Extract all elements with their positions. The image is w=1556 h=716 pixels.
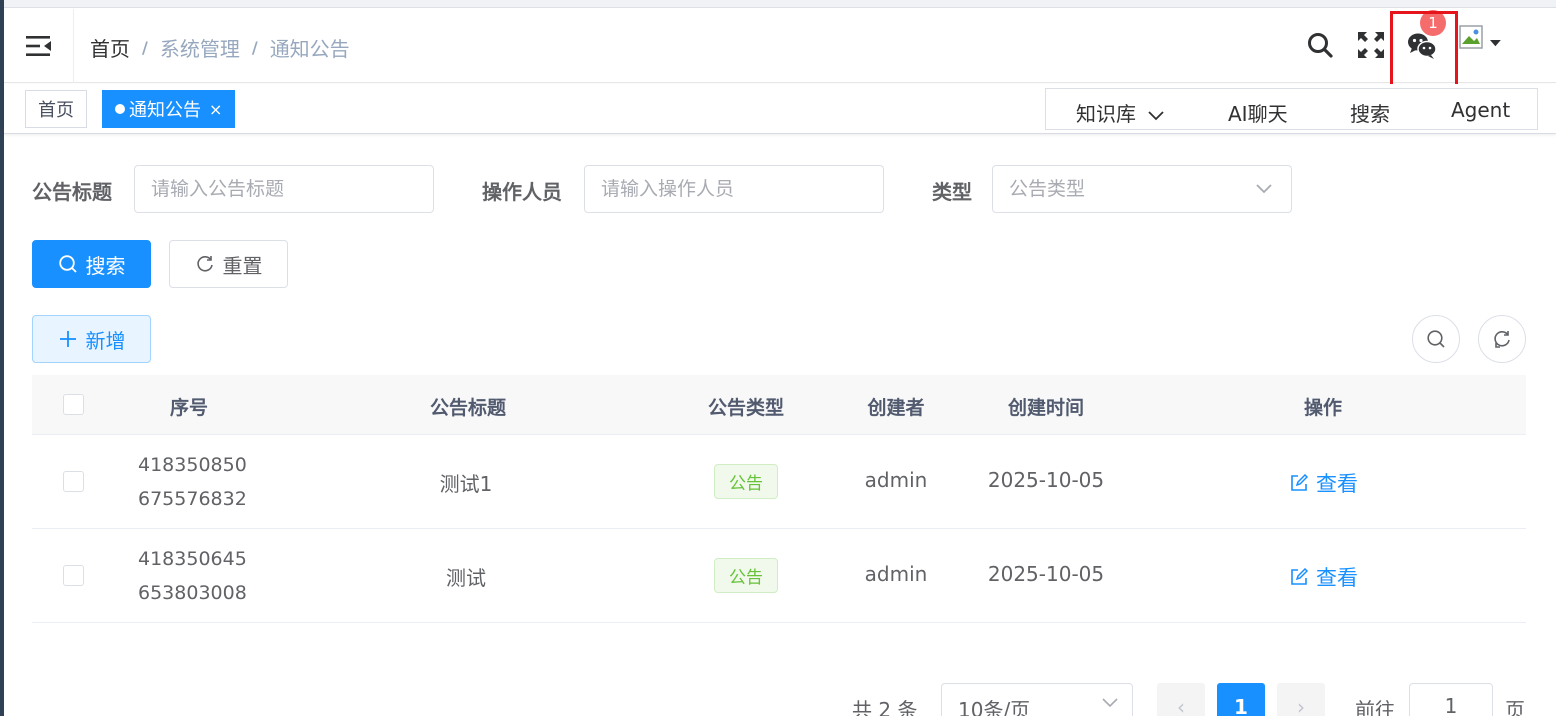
- view-button[interactable]: 查看: [1290, 468, 1358, 498]
- goto-page-input[interactable]: 1: [1409, 683, 1493, 716]
- chevron-down-icon: [1102, 698, 1118, 708]
- pagination-total: 共 2 条: [852, 698, 918, 716]
- row-id-line2: 653803008: [138, 582, 247, 604]
- header-created-at: 创建时间: [1007, 397, 1085, 419]
- row-type-tag: 公告: [714, 464, 778, 499]
- avatar-dropdown[interactable]: [1458, 22, 1510, 58]
- tags-view: 首页 通知公告 × 知识库 AI聊天 搜索 Agent: [4, 84, 1556, 134]
- tag-notice[interactable]: 通知公告 ×: [102, 90, 236, 128]
- quick-nav: 知识库 AI聊天 搜索 Agent: [1045, 88, 1538, 130]
- page-size-value: 10条/页: [958, 698, 1031, 716]
- quicknav-ai-chat[interactable]: AI聊天: [1228, 98, 1288, 127]
- notice-table: 序号 公告标题 公告类型 创建者 创建时间 操作 418350850 67557…: [32, 375, 1526, 623]
- breadcrumb-notice: 通知公告: [269, 37, 350, 61]
- row-checkbox[interactable]: [63, 565, 84, 586]
- breadcrumb-separator: /: [142, 38, 148, 57]
- prev-page-button[interactable]: ‹: [1157, 683, 1205, 716]
- operator-label: 操作人员: [482, 180, 562, 204]
- close-icon[interactable]: ×: [209, 100, 222, 119]
- quicknav-knowledge-base[interactable]: 知识库: [1076, 98, 1164, 127]
- chevron-down-icon: [1256, 184, 1272, 194]
- quicknav-label: 知识库: [1076, 102, 1136, 126]
- row-id-line2: 675576832: [138, 488, 247, 510]
- title-input[interactable]: [134, 165, 434, 213]
- header-title: 公告标题: [429, 397, 507, 419]
- row-title: 测试1: [439, 472, 493, 496]
- header-creator: 创建者: [867, 397, 925, 419]
- edit-icon: [1291, 474, 1308, 491]
- tag-label: 首页: [38, 100, 74, 121]
- edit-icon: [1291, 568, 1308, 585]
- header-index: 序号: [169, 397, 209, 419]
- avatar-broken-image-icon: [1459, 25, 1501, 49]
- row-id-line1: 418350850: [138, 454, 247, 476]
- search-button-label: 搜索: [85, 253, 126, 278]
- search-submit-button[interactable]: 搜索: [32, 240, 151, 288]
- active-dot-icon: [115, 104, 125, 114]
- operator-input[interactable]: [584, 165, 884, 213]
- header-type: 公告类型: [707, 397, 785, 419]
- breadcrumb-separator: /: [251, 38, 258, 57]
- search-button[interactable]: [1302, 27, 1338, 63]
- breadcrumb-home[interactable]: 首页: [90, 33, 130, 62]
- fullscreen-button[interactable]: [1353, 27, 1389, 63]
- wechat-icon: [1408, 33, 1437, 59]
- header-actions: 操作: [1303, 397, 1343, 419]
- reset-button-label: 重置: [222, 253, 263, 278]
- row-title: 测试: [446, 566, 486, 590]
- view-label: 查看: [1316, 472, 1358, 496]
- current-page-button[interactable]: 1: [1217, 683, 1265, 716]
- row-id-line1: 418350645: [138, 548, 247, 570]
- row-id: 418350850 675576832: [138, 448, 247, 516]
- view-label: 查看: [1316, 566, 1358, 590]
- row-created-at: 2025-10-05: [987, 562, 1105, 586]
- search-icon: [1308, 33, 1333, 58]
- menu-fold-icon: [25, 36, 51, 56]
- tag-home[interactable]: 首页: [25, 90, 87, 128]
- view-button[interactable]: 查看: [1290, 562, 1358, 592]
- window-top-edge: [0, 0, 1556, 8]
- table-row: 418350850 675576832 测试1 公告 admin 2025-10…: [32, 435, 1526, 529]
- row-checkbox[interactable]: [63, 471, 84, 492]
- quicknav-search[interactable]: 搜索: [1350, 98, 1390, 127]
- toggle-search-button[interactable]: [1412, 315, 1460, 363]
- type-select[interactable]: [992, 165, 1292, 213]
- next-page-button[interactable]: ›: [1277, 683, 1325, 716]
- refresh-icon: [196, 256, 213, 272]
- table-row: 418350645 653803008 测试 公告 admin 2025-10-…: [32, 529, 1526, 623]
- type-label: 类型: [932, 180, 972, 204]
- search-icon: [1427, 330, 1445, 348]
- add-button-label: 新增: [85, 328, 126, 353]
- breadcrumb: 首页 / 系统管理 / 通知公告: [90, 33, 350, 62]
- quicknav-agent[interactable]: Agent: [1451, 98, 1510, 122]
- row-type-tag: 公告: [714, 558, 778, 593]
- row-creator: admin: [864, 468, 928, 492]
- plus-icon: [59, 331, 76, 347]
- tag-label: 通知公告: [129, 100, 201, 121]
- notification-badge: 1: [1420, 10, 1446, 36]
- row-created-at: 2025-10-05: [987, 468, 1105, 492]
- select-all-checkbox[interactable]: [63, 394, 84, 415]
- goto-label: 前往: [1355, 698, 1395, 716]
- breadcrumb-system: 系统管理: [159, 37, 240, 61]
- chevron-down-icon: [1148, 111, 1164, 121]
- table-header: 序号 公告标题 公告类型 创建者 创建时间 操作: [32, 375, 1526, 435]
- fullscreen-icon: [1358, 32, 1384, 58]
- add-button[interactable]: 新增: [32, 315, 151, 363]
- row-creator: admin: [864, 562, 928, 586]
- page-suffix-label: 页: [1505, 698, 1525, 716]
- title-label: 公告标题: [32, 180, 112, 204]
- row-id: 418350645 653803008: [138, 542, 247, 610]
- page-size-select[interactable]: 10条/页: [941, 683, 1133, 716]
- search-icon: [58, 255, 77, 273]
- hamburger-button[interactable]: [4, 9, 74, 83]
- refresh-icon: [1494, 331, 1510, 348]
- reset-button[interactable]: 重置: [169, 240, 288, 288]
- refresh-button[interactable]: [1478, 315, 1526, 363]
